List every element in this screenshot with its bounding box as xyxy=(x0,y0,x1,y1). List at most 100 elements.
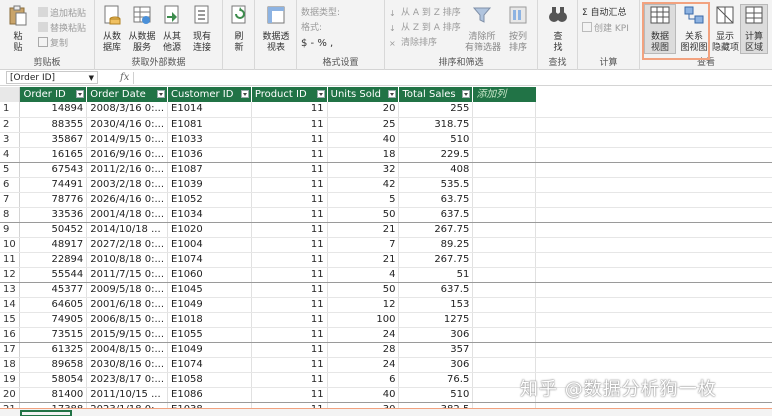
calc-area-selected-cell[interactable] xyxy=(20,410,72,416)
table-cell[interactable]: 81400 xyxy=(19,387,88,403)
table-cell[interactable]: 100 xyxy=(327,312,400,328)
table-cell[interactable]: 2014/10/18 ... xyxy=(86,222,169,238)
table-cell[interactable]: 11 xyxy=(251,357,328,373)
table-cell[interactable]: E1018 xyxy=(167,312,252,328)
table-cell[interactable]: 4 xyxy=(327,267,400,283)
table-cell[interactable]: E1004 xyxy=(167,237,252,253)
row-number[interactable]: 19 xyxy=(0,372,21,388)
column-header[interactable]: Customer ID xyxy=(167,87,252,102)
table-cell[interactable]: 267.75 xyxy=(398,222,474,238)
add-column-cell[interactable] xyxy=(472,297,537,313)
calc-area-strip[interactable] xyxy=(0,408,772,416)
table-cell[interactable]: 255 xyxy=(398,102,474,118)
table-cell[interactable]: E1036 xyxy=(167,147,252,163)
table-cell[interactable]: 11 xyxy=(251,282,328,298)
table-cell[interactable]: 1275 xyxy=(398,312,474,328)
table-cell[interactable]: E1033 xyxy=(167,132,252,148)
row-number[interactable]: 7 xyxy=(0,192,21,208)
data-type-label[interactable]: 数据类型: xyxy=(301,7,340,19)
table-row[interactable]: 17 61325 2004/8/15 0:... E1049 11 28 357 xyxy=(0,342,772,358)
table-cell[interactable]: 11 xyxy=(251,387,328,403)
table-cell[interactable]: 89.25 xyxy=(398,237,474,253)
table-cell[interactable]: 357 xyxy=(398,342,474,358)
table-cell[interactable]: 18 xyxy=(327,147,400,163)
autosum-button[interactable]: Σ 自动汇总 xyxy=(582,7,627,19)
pivot-table-button[interactable]: 数据透 视表 xyxy=(259,4,293,54)
table-cell[interactable]: 318.75 xyxy=(398,117,474,133)
name-box[interactable]: [Order ID] ▼ xyxy=(6,71,98,84)
row-number[interactable]: 10 xyxy=(0,237,21,253)
add-column-cell[interactable] xyxy=(472,207,537,223)
table-cell[interactable]: 11 xyxy=(251,297,328,313)
table-row[interactable]: 5 67543 2011/2/16 0:... E1087 11 32 408 xyxy=(0,162,772,178)
fx-icon[interactable]: fx xyxy=(120,70,129,86)
table-cell[interactable]: 11 xyxy=(251,222,328,238)
sort-asc-button[interactable]: ↓ 从 A 到 Z 排序 xyxy=(389,7,461,19)
from-other-sources-button[interactable]: 从其 他源 xyxy=(159,4,185,54)
table-cell[interactable]: 2026/4/16 0:... xyxy=(86,192,169,208)
table-cell[interactable]: 45377 xyxy=(19,282,88,298)
table-cell[interactable]: 67543 xyxy=(19,162,88,178)
table-cell[interactable]: 510 xyxy=(398,132,474,148)
add-column-cell[interactable] xyxy=(472,192,537,208)
filter-dropdown-icon[interactable] xyxy=(157,90,166,98)
column-header[interactable]: Total Sales xyxy=(398,87,474,102)
table-row[interactable]: 3 35867 2014/9/15 0:... E1033 11 40 510 xyxy=(0,132,772,148)
table-cell[interactable]: E1074 xyxy=(167,357,252,373)
table-cell[interactable]: 535.5 xyxy=(398,177,474,193)
table-cell[interactable]: 11 xyxy=(251,192,328,208)
row-number[interactable]: 8 xyxy=(0,207,21,223)
table-row[interactable]: 14 64605 2001/6/18 0:... E1049 11 12 153 xyxy=(0,297,772,313)
row-number[interactable]: 4 xyxy=(0,147,21,163)
table-cell[interactable]: 48917 xyxy=(19,237,88,253)
copy-button[interactable]: 复制 xyxy=(38,37,68,50)
table-cell[interactable]: 637.5 xyxy=(398,282,474,298)
row-number[interactable]: 16 xyxy=(0,327,21,343)
calc-area-button[interactable]: 计算 区域 xyxy=(740,4,768,54)
table-cell[interactable]: 2014/9/15 0:... xyxy=(86,132,169,148)
table-cell[interactable]: 16165 xyxy=(19,147,88,163)
table-cell[interactable]: 2006/8/15 0:... xyxy=(86,312,169,328)
table-cell[interactable]: 2030/4/16 0:... xyxy=(86,117,169,133)
append-paste-button[interactable]: 追加粘贴 xyxy=(38,7,86,20)
row-number[interactable]: 15 xyxy=(0,312,21,328)
table-cell[interactable]: 11 xyxy=(251,342,328,358)
table-cell[interactable]: 2011/2/16 0:... xyxy=(86,162,169,178)
table-cell[interactable]: 78776 xyxy=(19,192,88,208)
table-cell[interactable]: 11 xyxy=(251,132,328,148)
table-cell[interactable]: 2008/3/16 0:... xyxy=(86,102,169,118)
table-cell[interactable]: 11 xyxy=(251,327,328,343)
add-column-cell[interactable] xyxy=(472,342,537,358)
table-cell[interactable]: 51 xyxy=(398,267,474,283)
table-cell[interactable]: E1052 xyxy=(167,192,252,208)
table-cell[interactable]: 408 xyxy=(398,162,474,178)
table-cell[interactable]: 50452 xyxy=(19,222,88,238)
table-cell[interactable]: 74905 xyxy=(19,312,88,328)
table-cell[interactable]: 267.75 xyxy=(398,252,474,268)
table-cell[interactable]: 11 xyxy=(251,162,328,178)
add-column-cell[interactable] xyxy=(472,117,537,133)
table-cell[interactable]: E1058 xyxy=(167,372,252,388)
column-header[interactable]: Order ID xyxy=(19,87,88,102)
table-cell[interactable]: 510 xyxy=(398,387,474,403)
table-cell[interactable]: 55544 xyxy=(19,267,88,283)
table-cell[interactable]: 42 xyxy=(327,177,400,193)
table-cell[interactable]: 2004/8/15 0:... xyxy=(86,342,169,358)
add-column-cell[interactable] xyxy=(472,102,537,118)
table-cell[interactable]: 40 xyxy=(327,132,400,148)
table-row[interactable]: 1 14894 2008/3/16 0:... E1014 11 20 255 xyxy=(0,102,772,118)
row-number[interactable]: 11 xyxy=(0,252,21,268)
table-row[interactable]: 11 22894 2010/8/18 0:... E1074 11 21 267.75 xyxy=(0,252,772,268)
table-row[interactable]: 16 73515 2015/9/15 0:... E1055 11 24 306 xyxy=(0,327,772,343)
table-cell[interactable]: E1045 xyxy=(167,282,252,298)
column-header[interactable]: Units Sold xyxy=(327,87,400,102)
table-cell[interactable]: 21 xyxy=(327,222,400,238)
row-number[interactable]: 9 xyxy=(0,222,21,238)
sort-by-column-button[interactable]: 按列 排序 xyxy=(503,4,533,54)
add-column-cell[interactable] xyxy=(472,327,537,343)
table-cell[interactable]: 2009/5/18 0:... xyxy=(86,282,169,298)
table-cell[interactable]: 11 xyxy=(251,252,328,268)
table-row[interactable]: 6 74491 2003/2/18 0:... E1039 11 42 535.5 xyxy=(0,177,772,193)
show-hidden-button[interactable]: 显示 隐藏项 xyxy=(712,4,739,54)
table-cell[interactable]: 74491 xyxy=(19,177,88,193)
